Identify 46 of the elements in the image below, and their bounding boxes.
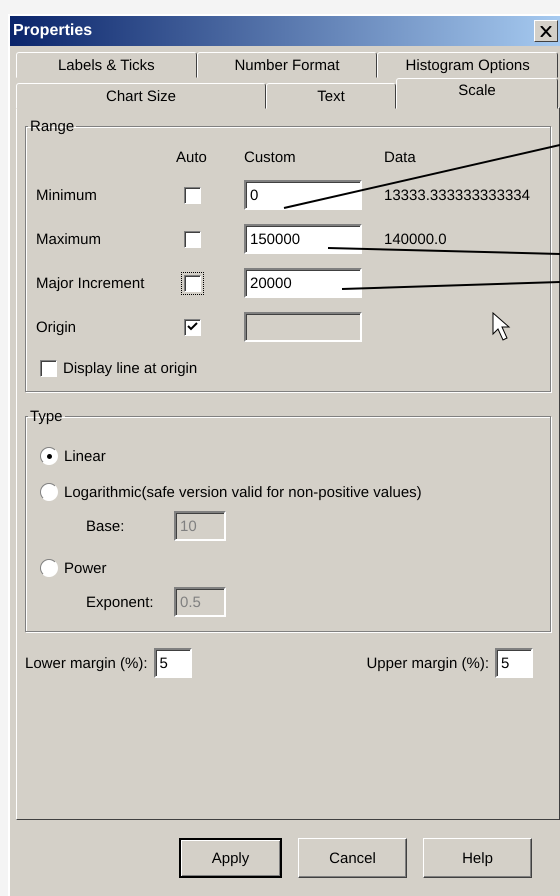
radio-label: Linear xyxy=(64,448,106,464)
field-label: Maximum xyxy=(36,230,102,248)
checkbox[interactable] xyxy=(184,230,201,248)
cursor-icon xyxy=(492,312,510,341)
checkbox[interactable] xyxy=(40,360,57,377)
close-icon xyxy=(540,26,552,36)
field-label: Exponent: xyxy=(86,594,155,610)
input-field[interactable]: 5 xyxy=(154,648,192,678)
radio-button[interactable] xyxy=(40,483,58,501)
checkbox[interactable] xyxy=(184,318,201,336)
checkbox[interactable] xyxy=(184,186,201,204)
group-title: Range xyxy=(29,118,76,135)
checkbox-label: Display line at origin xyxy=(63,360,198,377)
dialog-button[interactable]: Cancel xyxy=(298,838,407,878)
check-icon xyxy=(187,322,198,332)
field-label: Origin xyxy=(36,318,78,336)
tab[interactable]: Chart Size xyxy=(16,83,266,109)
field-label: Lower margin (%): xyxy=(25,654,148,672)
radio-label: Logarithmic(safe version valid for non-positive values) xyxy=(64,484,422,500)
radio-button[interactable] xyxy=(40,559,58,577)
tab[interactable]: Text xyxy=(266,83,396,109)
group-title: Type xyxy=(29,408,64,425)
input-field[interactable]: 0 xyxy=(244,180,362,210)
input-field[interactable]: 20000 xyxy=(244,268,362,298)
dialog-button[interactable]: Apply xyxy=(179,838,282,878)
field-label: Minimum xyxy=(36,186,98,204)
dialog-button[interactable]: Help xyxy=(423,838,532,878)
field-label: Major Increment xyxy=(36,274,146,292)
tab[interactable]: Number Format xyxy=(196,52,378,78)
column-header: Custom xyxy=(244,149,297,166)
checkbox[interactable] xyxy=(184,274,201,292)
input-field[interactable]: 150000 xyxy=(244,224,362,254)
radio-label: Power xyxy=(64,560,107,576)
column-header: Auto xyxy=(176,149,208,166)
radio-button[interactable] xyxy=(40,447,58,465)
close-button[interactable] xyxy=(534,20,558,42)
data-value: 140000.0 xyxy=(384,230,448,248)
field-label: Base: xyxy=(86,518,126,534)
data-value: 13333.333333333334 xyxy=(384,186,531,204)
field-label: Upper margin (%): xyxy=(366,654,489,672)
tab[interactable]: Histogram Options xyxy=(377,52,558,78)
input-field[interactable]: 5 xyxy=(495,648,533,678)
tab[interactable]: Scale xyxy=(396,78,558,109)
window-title: Properties xyxy=(13,22,92,40)
column-header: Data xyxy=(384,149,417,166)
tab[interactable]: Labels & Ticks xyxy=(16,52,197,78)
